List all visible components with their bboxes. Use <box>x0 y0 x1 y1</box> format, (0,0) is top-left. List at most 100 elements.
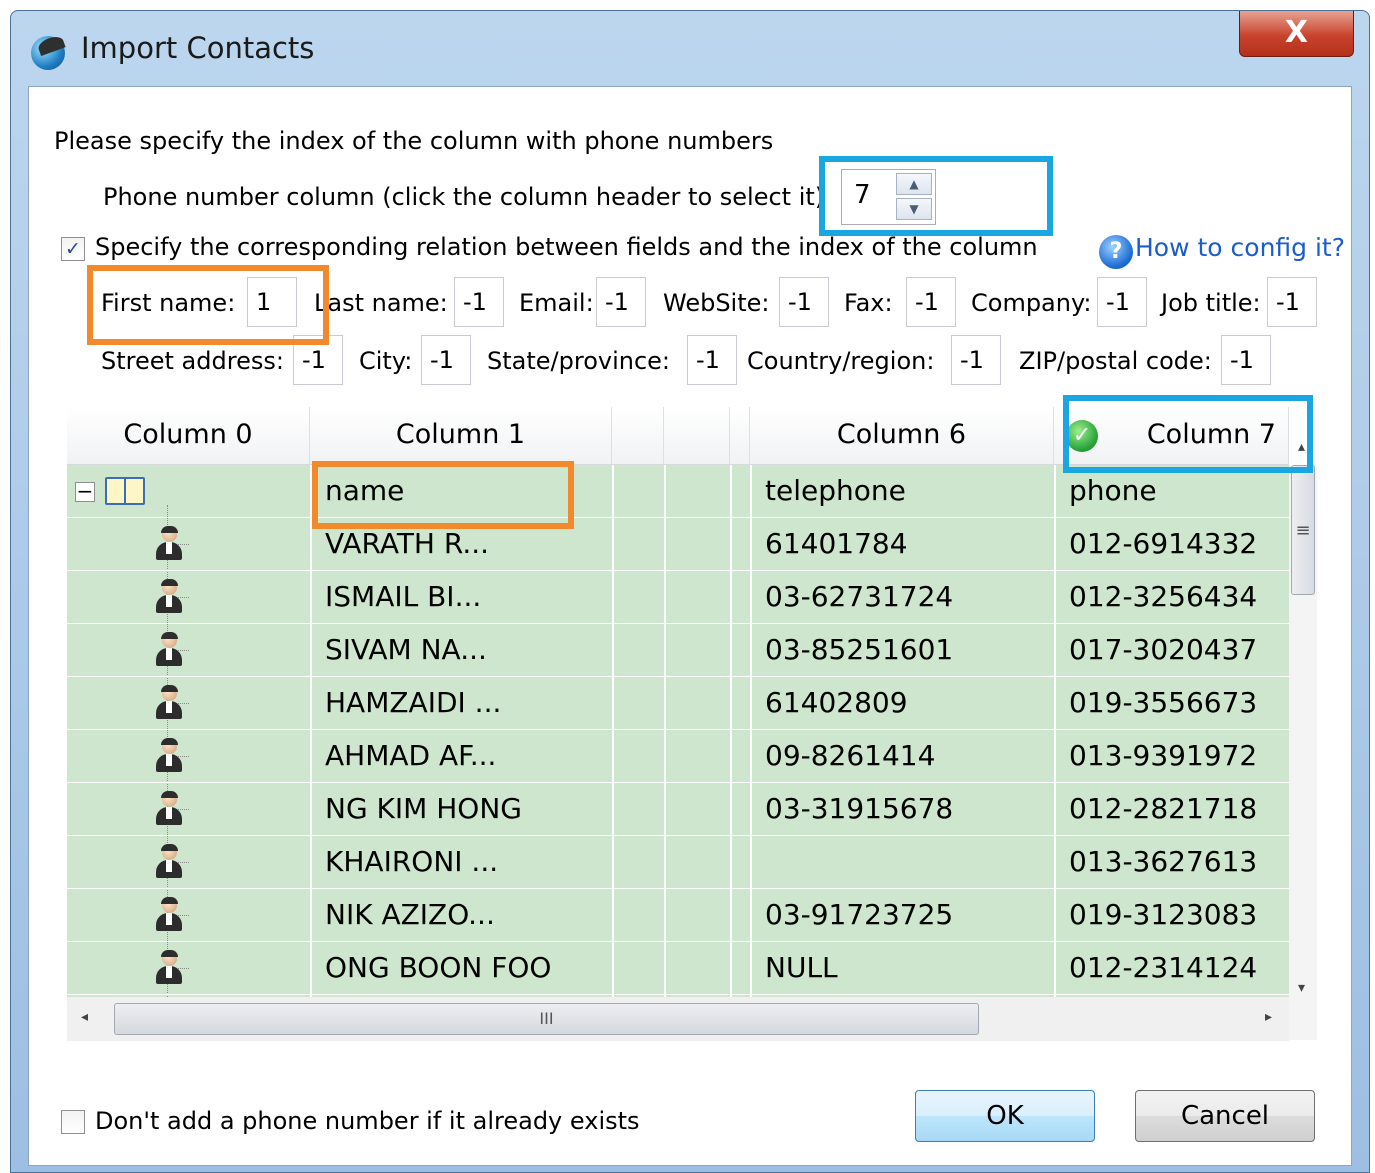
cell-phone: 019-3123083 <box>1069 898 1258 931</box>
cell-telephone: telephone <box>765 474 906 507</box>
contact-person-icon <box>155 579 183 614</box>
cell-name: KHAIRONI ... <box>325 845 499 878</box>
horizontal-scroll-thumb[interactable]: III <box>114 1003 979 1035</box>
collapse-toggle[interactable]: − <box>75 481 95 502</box>
field-input-fax[interactable]: -1 <box>906 277 956 327</box>
contact-person-icon <box>155 791 183 826</box>
cell-telephone: 09-8261414 <box>765 739 936 772</box>
phone-column-label: Phone number column (click the column he… <box>103 183 825 211</box>
field-label-fax: Fax: <box>844 289 893 317</box>
cell-phone: 019-3556673 <box>1069 686 1258 719</box>
ok-button[interactable]: OK <box>915 1090 1095 1142</box>
field-input-website[interactable]: -1 <box>779 277 829 327</box>
column-header-2[interactable] <box>612 407 664 465</box>
table-row[interactable]: KHAIRONI ... 013-3627613 <box>67 836 1289 889</box>
column-header-3[interactable] <box>664 407 730 465</box>
title-bar: Import Contacts X <box>11 11 1369 81</box>
field-label-street-address: Street address: <box>101 347 284 375</box>
contact-person-icon <box>155 897 183 932</box>
specify-relation-checkbox[interactable]: ✓ <box>61 237 85 261</box>
cell-phone: 012-3256434 <box>1069 580 1258 613</box>
highlight-name-cell <box>312 461 574 529</box>
column-header-6[interactable]: Column 6 <box>750 407 1054 465</box>
cell-phone: 012-2821718 <box>1069 792 1258 825</box>
cell-phone: 012-2314124 <box>1069 951 1258 984</box>
field-label-zip: ZIP/postal code: <box>1019 347 1212 375</box>
contact-person-icon <box>155 632 183 667</box>
cell-telephone: 03-62731724 <box>765 580 954 613</box>
field-label-state-province: State/province: <box>487 347 670 375</box>
vertical-scrollbar[interactable]: ▴ ≡ ▾ <box>1289 439 1317 1040</box>
contacts-grid: Column 0 Column 1 Column 6 ✓ Column 7 − <box>67 407 1317 1047</box>
field-label-website: WebSite: <box>663 289 770 317</box>
cell-phone: 012-6914332 <box>1069 527 1258 560</box>
field-label-company: Company: <box>971 289 1092 317</box>
table-row[interactable]: ISMAIL BI... 03-62731724 012-3256434 <box>67 571 1289 624</box>
contact-person-icon <box>155 844 183 879</box>
cell-telephone: 61402809 <box>765 686 908 719</box>
field-input-city[interactable]: -1 <box>421 335 471 385</box>
cancel-button[interactable]: Cancel <box>1135 1090 1315 1142</box>
cell-name: HAMZAIDI ... <box>325 686 502 719</box>
highlight-phone-column-spinner <box>819 156 1053 236</box>
cell-phone: 013-3627613 <box>1069 845 1258 878</box>
table-row[interactable]: NIK AZIZO... 03-91723725 019-3123083 <box>67 889 1289 942</box>
table-row[interactable]: NG KIM HONG 03-31915678 012-2821718 <box>67 783 1289 836</box>
dialog-window: Import Contacts X Please specify the ind… <box>10 10 1370 1173</box>
table-row[interactable]: SIVAM NA... 03-85251601 017-3020437 <box>67 624 1289 677</box>
scroll-right-icon[interactable]: ▸ <box>1265 1009 1272 1025</box>
scroll-left-icon[interactable]: ◂ <box>81 1009 88 1025</box>
contact-person-icon <box>155 950 183 985</box>
specify-relation-label: Specify the corresponding relation betwe… <box>95 233 1038 261</box>
contact-person-icon <box>155 738 183 773</box>
cell-telephone: 03-85251601 <box>765 633 954 666</box>
contact-person-icon <box>155 526 183 561</box>
column-header-0[interactable]: Column 0 <box>67 407 310 465</box>
cell-telephone: 03-31915678 <box>765 792 954 825</box>
cell-telephone: 03-91723725 <box>765 898 954 931</box>
field-label-country-region: Country/region: <box>747 347 935 375</box>
cell-phone: 017-3020437 <box>1069 633 1258 666</box>
cell-phone: 013-9391972 <box>1069 739 1258 772</box>
dialog-title: Import Contacts <box>81 31 315 65</box>
cell-telephone: 61401784 <box>765 527 908 560</box>
vertical-scroll-thumb[interactable]: ≡ <box>1291 465 1315 595</box>
how-to-config-link[interactable]: How to config it? <box>1135 233 1345 262</box>
table-row[interactable]: AHMAD AF... 09-8261414 013-9391972 <box>67 730 1289 783</box>
field-input-zip[interactable]: -1 <box>1221 335 1271 385</box>
field-label-email: Email: <box>519 289 594 317</box>
grid-body: − name telephone phone VARATH R... 61401… <box>67 465 1289 1040</box>
skip-existing-checkbox[interactable] <box>61 1110 85 1134</box>
field-input-state-province[interactable]: -1 <box>687 335 737 385</box>
skip-existing-label: Don't add a phone number if it already e… <box>95 1107 640 1135</box>
field-input-last-name[interactable]: -1 <box>454 277 504 327</box>
contact-person-icon <box>155 685 183 720</box>
help-icon[interactable]: ? <box>1099 235 1133 269</box>
close-button[interactable]: X <box>1239 11 1354 57</box>
cell-name: ISMAIL BI... <box>325 580 482 613</box>
cell-name: SIVAM NA... <box>325 633 487 666</box>
field-label-last-name: Last name: <box>314 289 448 317</box>
table-row[interactable]: HAMZAIDI ... 61402809 019-3556673 <box>67 677 1289 730</box>
app-globe-icon <box>31 36 65 70</box>
cell-name: AHMAD AF... <box>325 739 497 772</box>
address-book-icon <box>105 477 145 505</box>
highlight-column-7-header <box>1063 395 1313 473</box>
cell-name: NG KIM HONG <box>325 792 522 825</box>
field-input-email[interactable]: -1 <box>596 277 646 327</box>
column-header-1[interactable]: Column 1 <box>310 407 612 465</box>
cell-telephone: NULL <box>765 951 838 984</box>
dialog-client-area: Please specify the index of the column w… <box>28 86 1352 1166</box>
cell-name: ONG BOON FOO <box>325 951 552 984</box>
table-row[interactable]: VARATH R... 61401784 012-6914332 <box>67 518 1289 571</box>
field-input-job-title[interactable]: -1 <box>1267 277 1317 327</box>
table-row[interactable]: ONG BOON FOO NULL 012-2314124 <box>67 942 1289 995</box>
instructions-text: Please specify the index of the column w… <box>54 127 774 155</box>
scroll-down-icon[interactable]: ▾ <box>1298 980 1305 996</box>
field-input-country-region[interactable]: -1 <box>951 335 1001 385</box>
column-header-4[interactable] <box>730 407 750 465</box>
highlight-first-name-field <box>87 265 329 345</box>
field-label-city: City: <box>359 347 413 375</box>
horizontal-scrollbar[interactable]: ◂ III ▸ <box>67 997 1289 1041</box>
field-input-company[interactable]: -1 <box>1097 277 1147 327</box>
